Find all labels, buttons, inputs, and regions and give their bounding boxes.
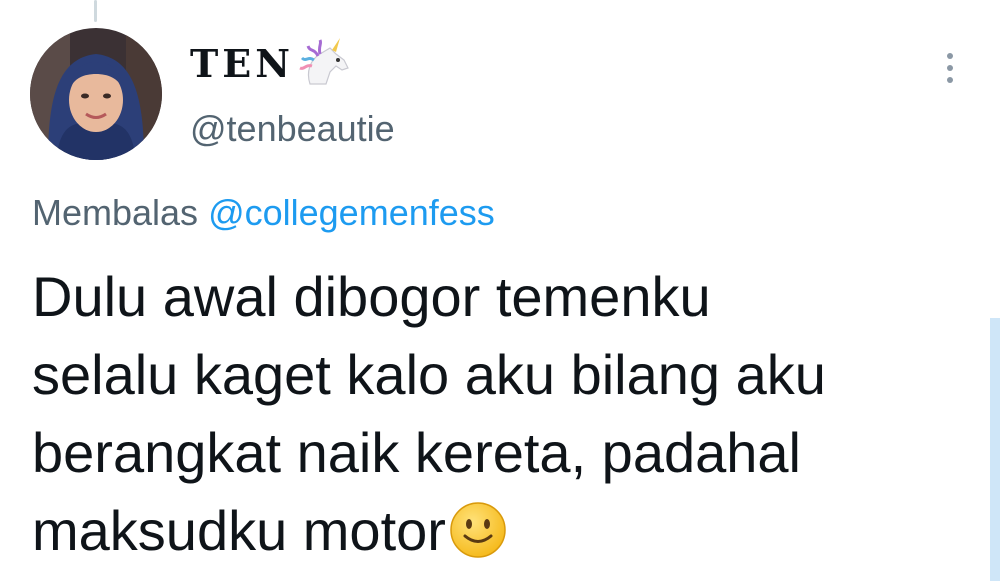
thread-connector-line (94, 0, 97, 22)
display-name-text: TEN (190, 40, 294, 86)
reply-mention-link[interactable]: @collegemenfess (208, 192, 495, 233)
reply-context: Membalas @collegemenfess (32, 192, 495, 234)
tweet-text-line: selalu kaget kalo aku bilang aku (32, 343, 826, 406)
tweet-text: Dulu awal dibogor temenku selalu kaget k… (32, 258, 932, 570)
tweet-text-line: berangkat naik kereta, padahal (32, 421, 801, 484)
more-vertical-icon (947, 53, 953, 83)
scrollbar-track[interactable] (990, 318, 1000, 581)
avatar[interactable] (30, 28, 162, 160)
tweet-text-line-last: maksudku motor (32, 492, 932, 570)
more-options-button[interactable] (930, 48, 970, 88)
slightly-smiling-face-icon (450, 502, 506, 558)
reply-prefix: Membalas (32, 192, 199, 233)
tweet-text-line-content: maksudku motor (32, 499, 446, 562)
tweet-text-line: Dulu awal dibogor temenku (32, 265, 711, 328)
unicorn-icon (299, 38, 349, 85)
user-handle[interactable]: @tenbeautie (190, 108, 395, 150)
display-name[interactable]: TEN (190, 38, 358, 88)
